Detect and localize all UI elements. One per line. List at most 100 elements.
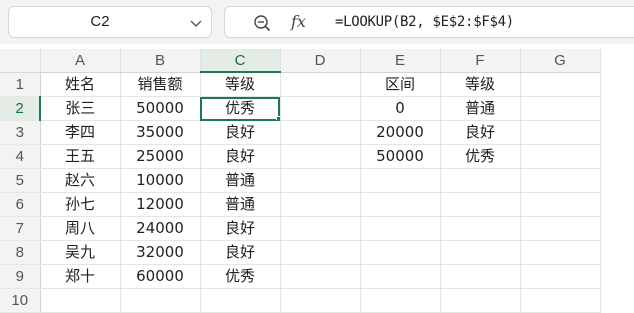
cell-b6[interactable]: 12000: [120, 192, 201, 217]
cell-d8[interactable]: [280, 240, 361, 265]
cell-g6[interactable]: [520, 192, 601, 217]
cell-g3[interactable]: [520, 120, 601, 145]
cell-d5[interactable]: [280, 168, 361, 193]
cell-g8[interactable]: [520, 240, 601, 265]
cell-d6[interactable]: [280, 192, 361, 217]
cell-a7[interactable]: 周八: [40, 216, 121, 241]
cell-g10[interactable]: [520, 288, 601, 313]
cell-a6[interactable]: 孙七: [40, 192, 121, 217]
cell-a3[interactable]: 李四: [40, 120, 121, 145]
select-all-corner[interactable]: [0, 49, 41, 73]
cell-e7[interactable]: [360, 216, 441, 241]
grid-row: 4 王五 25000 良好 50000 优秀: [0, 144, 601, 169]
cell-a2[interactable]: 张三: [40, 96, 121, 121]
cell-c6[interactable]: 普通: [200, 192, 281, 217]
cell-c5[interactable]: 普通: [200, 168, 281, 193]
grid-row: 2 张三 50000 优秀 0 普通: [0, 96, 601, 121]
cell-d7[interactable]: [280, 216, 361, 241]
cell-d3[interactable]: [280, 120, 361, 145]
cell-c7[interactable]: 良好: [200, 216, 281, 241]
cell-e10[interactable]: [360, 288, 441, 313]
cell-reference[interactable]: C2: [9, 7, 191, 37]
cell-c2[interactable]: 优秀: [200, 96, 281, 121]
cell-c10[interactable]: [200, 288, 281, 313]
cell-b2[interactable]: 50000: [120, 96, 201, 121]
cell-g9[interactable]: [520, 264, 601, 289]
row-header-3[interactable]: 3: [0, 120, 41, 145]
cell-f7[interactable]: [440, 216, 521, 241]
row-header-4[interactable]: 4: [0, 144, 41, 169]
cell-a8[interactable]: 吴九: [40, 240, 121, 265]
row-header-1[interactable]: 1: [0, 72, 41, 97]
cell-f3[interactable]: 良好: [440, 120, 521, 145]
cell-b4[interactable]: 25000: [120, 144, 201, 169]
fx-icon[interactable]: fx: [291, 10, 306, 34]
row-header-2[interactable]: 2: [0, 96, 41, 121]
cell-g5[interactable]: [520, 168, 601, 193]
cell-e8[interactable]: [360, 240, 441, 265]
cell-d10[interactable]: [280, 288, 361, 313]
cell-a1[interactable]: 姓名: [40, 72, 121, 97]
cell-a9[interactable]: 郑十: [40, 264, 121, 289]
column-header-e[interactable]: E: [360, 49, 441, 73]
cell-b10[interactable]: [120, 288, 201, 313]
cell-d9[interactable]: [280, 264, 361, 289]
cell-f2[interactable]: 普通: [440, 96, 521, 121]
cell-a4[interactable]: 王五: [40, 144, 121, 169]
row-header-6[interactable]: 6: [0, 192, 41, 217]
row-header-7[interactable]: 7: [0, 216, 41, 241]
cell-c4[interactable]: 良好: [200, 144, 281, 169]
cell-e5[interactable]: [360, 168, 441, 193]
cell-e1[interactable]: 区间: [360, 72, 441, 97]
column-header-c[interactable]: C: [200, 49, 281, 73]
cell-f10[interactable]: [440, 288, 521, 313]
cell-f9[interactable]: [440, 264, 521, 289]
cell-b3[interactable]: 35000: [120, 120, 201, 145]
cell-c3[interactable]: 良好: [200, 120, 281, 145]
cell-c8[interactable]: 良好: [200, 240, 281, 265]
cell-e9[interactable]: [360, 264, 441, 289]
cell-c9[interactable]: 优秀: [200, 264, 281, 289]
row-header-5[interactable]: 5: [0, 168, 41, 193]
zoom-out-icon[interactable]: [253, 14, 271, 36]
cell-f8[interactable]: [440, 240, 521, 265]
cell-g2[interactable]: [520, 96, 601, 121]
cell-e3[interactable]: 20000: [360, 120, 441, 145]
column-header-g[interactable]: G: [520, 49, 601, 73]
cell-b1[interactable]: 销售额: [120, 72, 201, 97]
cell-d1[interactable]: [280, 72, 361, 97]
cell-b9[interactable]: 60000: [120, 264, 201, 289]
row-header-9[interactable]: 9: [0, 264, 41, 289]
cell-g1[interactable]: [520, 72, 601, 97]
cell-f1[interactable]: 等级: [440, 72, 521, 97]
name-box[interactable]: C2: [8, 6, 212, 38]
cell-e4[interactable]: 50000: [360, 144, 441, 169]
column-header-d[interactable]: D: [280, 49, 361, 73]
cell-e6[interactable]: [360, 192, 441, 217]
cell-f5[interactable]: [440, 168, 521, 193]
cell-b7[interactable]: 24000: [120, 216, 201, 241]
column-header-f[interactable]: F: [440, 49, 521, 73]
grid-row: 7 周八 24000 良好: [0, 216, 601, 241]
fill-handle[interactable]: [275, 116, 279, 120]
grid-row: 10: [0, 288, 601, 313]
cell-g4[interactable]: [520, 144, 601, 169]
formula-bar[interactable]: fx =LOOKUP(B2, $E$2:$F$4): [224, 6, 634, 38]
column-header-b[interactable]: B: [120, 49, 201, 73]
row-header-10[interactable]: 10: [0, 288, 41, 313]
cell-b8[interactable]: 32000: [120, 240, 201, 265]
column-header-a[interactable]: A: [40, 49, 121, 73]
cell-g7[interactable]: [520, 216, 601, 241]
cell-f6[interactable]: [440, 192, 521, 217]
formula-text[interactable]: =LOOKUP(B2, $E$2:$F$4): [335, 7, 514, 37]
cell-a5[interactable]: 赵六: [40, 168, 121, 193]
row-header-8[interactable]: 8: [0, 240, 41, 265]
cell-a10[interactable]: [40, 288, 121, 313]
cell-d4[interactable]: [280, 144, 361, 169]
cell-c1[interactable]: 等级: [200, 72, 281, 97]
cell-f4[interactable]: 优秀: [440, 144, 521, 169]
cell-b5[interactable]: 10000: [120, 168, 201, 193]
cell-d2[interactable]: [280, 96, 361, 121]
chevron-down-icon[interactable]: [189, 15, 203, 34]
cell-e2[interactable]: 0: [360, 96, 441, 121]
